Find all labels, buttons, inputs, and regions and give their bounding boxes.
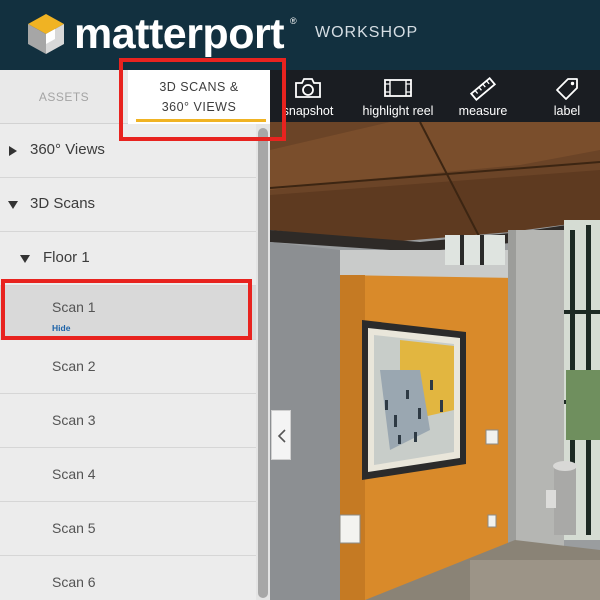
scrollbar-thumb[interactable]	[258, 128, 268, 598]
caret-right-icon	[9, 146, 17, 156]
tree-item-3d-scans[interactable]: 3D Scans	[0, 178, 256, 232]
scan-label: Scan 4	[52, 466, 96, 482]
tree-item-label: Floor 1	[43, 249, 90, 266]
caret-down-icon	[8, 201, 18, 209]
measure-tool[interactable]: measure	[450, 70, 516, 122]
3d-viewer[interactable]: snapshot highlight reel measure label	[270, 70, 600, 600]
scan-label: Scan 3	[52, 412, 96, 428]
scan-label: Scan 2	[52, 358, 96, 374]
panel-scrollbar[interactable]	[256, 124, 270, 600]
film-strip-icon	[384, 79, 412, 97]
scan-item-4[interactable]: Scan 4	[0, 448, 256, 502]
viewer-toolbar: snapshot highlight reel measure label	[270, 70, 600, 122]
tree-item-label: 360° Views	[30, 141, 105, 158]
scan-item-2[interactable]: Scan 2	[0, 340, 256, 394]
matterport-logo-icon	[28, 14, 64, 54]
panorama-scene[interactable]	[270, 70, 600, 600]
tree-item-floor-1[interactable]: Floor 1	[0, 232, 256, 286]
scan-item-6[interactable]: Scan 6	[0, 556, 256, 600]
app-header: matterport ® WORKSHOP	[0, 0, 600, 70]
caret-down-icon	[20, 255, 30, 263]
brand-wordmark: matterport	[74, 10, 285, 58]
collapse-panel-button[interactable]	[271, 410, 291, 460]
label-tool-label: label	[553, 104, 581, 118]
scan-item-5[interactable]: Scan 5	[0, 502, 256, 556]
label-tool[interactable]: label	[542, 70, 592, 122]
highlight-reel-label: highlight reel	[362, 104, 434, 118]
tree-item-label: 3D Scans	[30, 195, 96, 212]
product-name: WORKSHOP	[315, 24, 419, 41]
highlight-box-scans-tab	[119, 58, 286, 141]
highlight-box-scan-1	[1, 279, 252, 340]
measure-label: measure	[458, 104, 508, 118]
camera-icon	[295, 78, 321, 98]
ruler-icon	[470, 77, 496, 101]
chevron-left-icon	[277, 429, 286, 443]
scan-item-3[interactable]: Scan 3	[0, 394, 256, 448]
scan-tree: 360° Views 3D Scans Floor 1 Scan 1 Hide …	[0, 124, 256, 600]
scan-label: Scan 6	[52, 574, 96, 590]
tab-assets[interactable]: ASSETS	[0, 70, 128, 124]
highlight-reel-tool[interactable]: highlight reel	[354, 70, 442, 122]
tag-icon	[556, 78, 578, 100]
scan-label: Scan 5	[52, 520, 96, 536]
registered-mark: ®	[290, 16, 297, 26]
